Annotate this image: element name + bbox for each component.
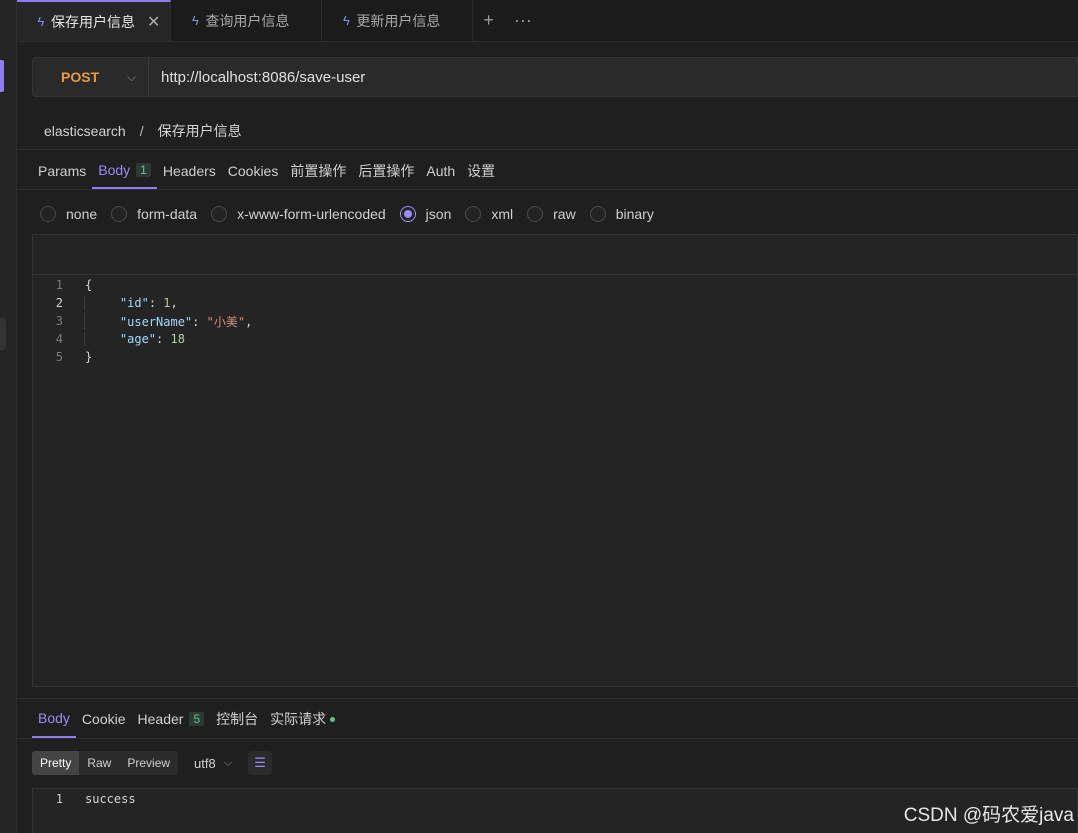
count-badge: 5 bbox=[189, 712, 205, 726]
tab-headers[interactable]: Headers bbox=[157, 152, 222, 189]
tab-label: 更新用户信息 bbox=[356, 12, 441, 29]
breadcrumb-folder[interactable]: elasticsearch bbox=[44, 123, 126, 139]
tab-params[interactable]: Params bbox=[32, 152, 92, 189]
tab-update-user[interactable]: ϟ 更新用户信息 bbox=[322, 0, 474, 41]
rail-collapse-handle[interactable] bbox=[0, 318, 6, 350]
response-toolbar: Pretty Raw Preview utf8 ⌵ ☰ bbox=[32, 751, 273, 775]
left-rail bbox=[0, 0, 17, 833]
breadcrumb: elasticsearch / 保存用户信息 bbox=[44, 120, 242, 142]
radio-icon[interactable] bbox=[589, 206, 606, 222]
radio-icon[interactable] bbox=[527, 206, 544, 222]
method-label: POST bbox=[61, 69, 100, 85]
divider bbox=[17, 738, 1078, 739]
body-type-binary[interactable]: binary bbox=[589, 206, 654, 222]
new-tab-button[interactable]: + bbox=[473, 0, 504, 41]
code-line: 5 } bbox=[55, 350, 93, 364]
resp-tab-cookie[interactable]: Cookie bbox=[76, 700, 132, 738]
bolt-icon: ϟ bbox=[37, 14, 45, 29]
method-select[interactable]: POST ⌵ bbox=[33, 58, 149, 96]
view-mode-switch: Pretty Raw Preview bbox=[32, 751, 179, 775]
close-icon[interactable]: ✕ bbox=[147, 12, 160, 32]
resp-tab-console[interactable]: 控制台 bbox=[210, 700, 264, 738]
radio-icon[interactable] bbox=[111, 206, 128, 222]
divider bbox=[17, 149, 1078, 150]
body-type-form-data[interactable]: form-data bbox=[111, 206, 197, 222]
radio-icon[interactable] bbox=[465, 206, 482, 222]
body-type-urlencoded[interactable]: x-www-form-urlencoded bbox=[211, 206, 386, 222]
divider bbox=[17, 698, 1078, 699]
tab-pre-request[interactable]: 前置操作 bbox=[284, 152, 352, 189]
tab-save-user[interactable]: ϟ 保存用户信息 ✕ bbox=[17, 0, 172, 41]
request-tab-bar: ϟ 保存用户信息 ✕ ϟ 查询用户信息 ϟ 更新用户信息 + ··· bbox=[17, 0, 1078, 42]
view-mode-preview[interactable]: Preview bbox=[119, 751, 178, 775]
bolt-icon: ϟ bbox=[342, 13, 350, 28]
tab-label: 保存用户信息 bbox=[51, 13, 135, 30]
divider bbox=[17, 189, 1078, 190]
code-line: 1 { bbox=[55, 278, 93, 292]
bolt-icon: ϟ bbox=[191, 13, 199, 28]
tab-post-request[interactable]: 后置操作 bbox=[352, 152, 420, 189]
body-type-xml[interactable]: xml bbox=[465, 206, 513, 222]
url-input[interactable] bbox=[149, 67, 1077, 87]
body-editor[interactable]: 1 { 2 "id": 1, 3 "userName": "小美", 4 "ag… bbox=[32, 234, 1078, 687]
radio-icon[interactable] bbox=[40, 206, 56, 222]
breadcrumb-separator: / bbox=[139, 123, 144, 139]
radio-icon[interactable] bbox=[211, 206, 228, 222]
body-type-json[interactable]: json bbox=[399, 206, 451, 222]
tab-query-user[interactable]: ϟ 查询用户信息 bbox=[171, 0, 323, 41]
view-mode-raw[interactable]: Raw bbox=[79, 751, 119, 775]
breadcrumb-current[interactable]: 保存用户信息 bbox=[158, 121, 242, 141]
tab-cookies[interactable]: Cookies bbox=[222, 152, 285, 189]
tab-auth[interactable]: Auth bbox=[420, 152, 461, 189]
view-mode-pretty[interactable]: Pretty bbox=[32, 751, 80, 775]
rail-active-marker bbox=[0, 60, 4, 92]
response-tabs: Body Cookie Header 5 控制台 实际请求 bbox=[32, 700, 341, 738]
request-section-tabs: Params Body 1 Headers Cookies 前置操作 后置操作 … bbox=[32, 152, 501, 189]
resp-tab-header[interactable]: Header 5 bbox=[132, 700, 211, 738]
resp-tab-body[interactable]: Body bbox=[32, 700, 76, 738]
code-line: 3 "userName": "小美", bbox=[55, 312, 253, 330]
more-tabs-button[interactable]: ··· bbox=[504, 0, 542, 41]
code-area[interactable]: 1 { 2 "id": 1, 3 "userName": "小美", 4 "ag… bbox=[33, 275, 1077, 366]
code-line: 2 "id": 1, bbox=[55, 296, 178, 310]
code-line: 4 "age": 18 bbox=[55, 332, 185, 346]
body-type-none[interactable]: none bbox=[40, 206, 97, 222]
radio-checked-icon[interactable] bbox=[399, 206, 416, 222]
chevron-down-icon: ⌵ bbox=[127, 69, 137, 84]
body-type-radio-group: none form-data x-www-form-urlencoded jso… bbox=[40, 203, 654, 225]
tab-body[interactable]: Body 1 bbox=[92, 152, 157, 189]
resp-tab-actual-request[interactable]: 实际请求 bbox=[264, 700, 341, 738]
watermark: CSDN @码农爱java bbox=[903, 805, 1074, 826]
url-bar: POST ⌵ bbox=[32, 57, 1078, 97]
wrap-lines-icon[interactable]: ☰ bbox=[248, 751, 273, 775]
chevron-down-icon: ⌵ bbox=[223, 756, 233, 769]
tab-settings[interactable]: 设置 bbox=[461, 152, 501, 189]
body-type-raw[interactable]: raw bbox=[527, 206, 576, 222]
count-badge: 1 bbox=[136, 162, 151, 177]
status-dot-icon bbox=[330, 716, 336, 722]
encoding-select[interactable]: utf8 ⌵ bbox=[194, 756, 232, 771]
editor-toolbar bbox=[33, 235, 1077, 275]
tab-label: 查询用户信息 bbox=[205, 12, 290, 29]
